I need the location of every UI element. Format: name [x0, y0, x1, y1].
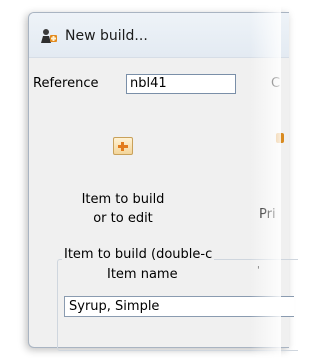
column-separator-mark: ' [257, 265, 260, 276]
window-title: New build... [65, 28, 148, 44]
app-icon [41, 29, 57, 43]
groupbox-legend: Item to build (double-c [62, 247, 215, 262]
reference-input[interactable]: nbl41 [126, 74, 236, 94]
item-name-column-header[interactable]: Item name [107, 267, 178, 282]
clipped-orange-icon [276, 133, 284, 143]
clipped-label-pri: Pri [259, 207, 276, 222]
item-to-build-label-line2: or to edit [93, 211, 153, 226]
add-item-button[interactable] [113, 137, 133, 155]
title-bar[interactable]: New build... [29, 13, 289, 58]
item-to-build-label-line1: Item to build [81, 192, 165, 207]
reference-label: Reference [33, 76, 99, 91]
item-to-build-label: Item to build or to edit [64, 190, 182, 228]
clipped-label-c: C [271, 76, 281, 91]
item-name-cell[interactable]: Syrup, Simple [64, 296, 294, 317]
